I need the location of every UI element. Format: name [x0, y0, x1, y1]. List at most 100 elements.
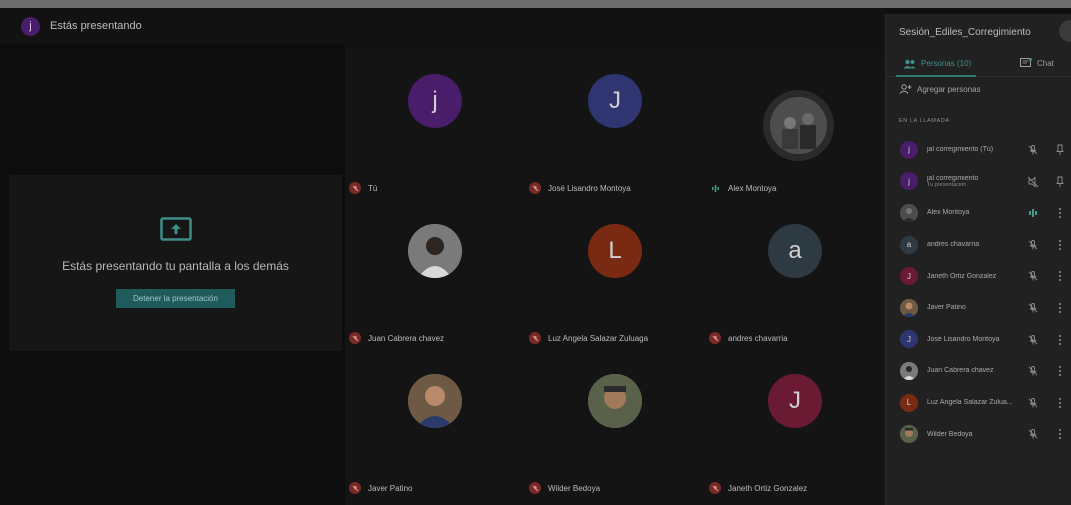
participant-avatar: J: [768, 374, 822, 428]
mic-off-icon: [529, 332, 541, 344]
participant-tile[interactable]: L Luz Angela Salazar Zuluaga: [525, 200, 705, 350]
mic-off-icon: [1028, 334, 1038, 345]
add-person-icon: [899, 84, 912, 94]
presentation-muted-icon: [1027, 176, 1039, 188]
presenting-card: Estás presentando tu pantalla a los demá…: [9, 175, 342, 351]
participant-tile[interactable]: Wilder Bedoya: [525, 350, 705, 500]
list-item[interactable]: j jal corregimiento (Tú): [886, 134, 1071, 166]
present-screen-icon: [159, 217, 192, 241]
list-item[interactable]: J José Lisandro Montoya: [886, 324, 1071, 356]
more-options-icon[interactable]: [1056, 397, 1064, 409]
participant-tile[interactable]: J Janeth Ortiz Gonzalez: [705, 350, 885, 500]
active-tab-indicator: [896, 75, 976, 77]
more-options-icon[interactable]: [1056, 270, 1064, 282]
tab-people-label: Personas (10): [921, 59, 972, 68]
participant-tile[interactable]: Javer Patino: [345, 350, 525, 500]
participant-name: José Lisandro Montoya: [548, 183, 631, 193]
participant-name: Janeth Ortiz Gonzalez: [728, 483, 808, 493]
close-panel-button[interactable]: [1059, 20, 1071, 42]
participant-name: Luz Angela Salazar Zuluaga: [548, 333, 649, 343]
mic-off-icon: [1028, 303, 1038, 313]
mic-off-icon: [709, 332, 721, 344]
tab-chat[interactable]: Chat: [1020, 50, 1054, 77]
list-item[interactable]: j jal corregimiento Tu presentación: [886, 166, 1071, 198]
avatar: L: [900, 393, 918, 412]
list-item[interactable]: a andres chavarria: [886, 229, 1071, 261]
avatar: a: [900, 235, 918, 254]
participant-tile[interactable]: Alex Montoya: [705, 50, 885, 200]
participant-name: Alex Montoya: [728, 183, 777, 193]
mic-off-icon: [709, 482, 721, 494]
mic-off-icon: [1028, 366, 1038, 376]
tab-people[interactable]: Personas (10): [903, 50, 971, 77]
participant-avatar: J: [588, 74, 642, 128]
participant-photo: [408, 224, 462, 278]
presenting-message: Estás presentando tu pantalla a los demá…: [62, 259, 289, 273]
participant-name: Janeth Ortiz Gonzalez: [927, 272, 997, 280]
more-options-icon[interactable]: [1056, 365, 1064, 377]
list-item[interactable]: Wilder Bedoya: [886, 418, 1071, 450]
browser-top-strip: [0, 0, 1071, 8]
list-item[interactable]: Juan Cabrera chavez: [886, 355, 1071, 387]
participant-name: José Lisandro Montoya: [927, 335, 1000, 343]
participant-subtitle: Tu presentación: [927, 181, 967, 188]
mic-off-icon: [1028, 429, 1038, 439]
more-options-icon[interactable]: [1056, 207, 1064, 219]
participant-name: andres chavarria: [927, 241, 980, 249]
mic-off-icon: [349, 332, 361, 344]
chat-icon: [1020, 58, 1032, 67]
add-people-button[interactable]: Agregar personas: [899, 84, 981, 94]
more-options-icon[interactable]: [1056, 302, 1064, 314]
people-icon: [903, 59, 916, 68]
section-label: EN LA LLAMADA: [899, 118, 950, 124]
mic-off-icon: [529, 182, 541, 194]
mic-off-icon: [1028, 239, 1038, 250]
participant-photo: [770, 97, 827, 154]
more-options-icon[interactable]: [1056, 239, 1064, 251]
list-item[interactable]: J Janeth Ortiz Gonzalez: [886, 260, 1071, 292]
avatar-photo: [900, 203, 918, 222]
participant-avatar: j: [408, 74, 462, 128]
participant-name: Wilder Bedoya: [927, 430, 973, 438]
list-item[interactable]: L Luz Angela Salazar Zulua...: [886, 387, 1071, 419]
participant-name: Juan Cabrera chavez: [927, 367, 994, 375]
people-panel: Sesión_Ediles_Corregimiento Personas (10…: [885, 14, 1071, 505]
participant-name: andres chavarria: [728, 333, 788, 343]
participant-name: Luz Angela Salazar Zulua...: [927, 399, 1013, 407]
participant-name: jal corregimiento: [927, 174, 979, 182]
list-item[interactable]: Javer Patino: [886, 292, 1071, 324]
avatar-photo: [900, 298, 918, 317]
add-people-label: Agregar personas: [917, 84, 981, 94]
speaking-icon: [1029, 209, 1037, 218]
meeting-title: Sesión_Ediles_Corregimiento: [899, 27, 1031, 38]
more-options-icon[interactable]: [1056, 428, 1064, 440]
mic-off-icon: [1028, 271, 1038, 281]
avatar-photo: [900, 425, 918, 444]
avatar: J: [900, 267, 918, 286]
participant-avatar: a: [768, 224, 822, 278]
avatar: J: [900, 330, 918, 349]
presenter-avatar: j: [21, 16, 40, 36]
participant-tile[interactable]: J José Lisandro Montoya: [525, 50, 705, 200]
participant-tile[interactable]: a andres chavarria: [705, 200, 885, 350]
more-options-icon[interactable]: [1056, 334, 1064, 346]
mic-off-icon: [529, 482, 541, 494]
speaking-icon: [709, 182, 721, 194]
panel-tabs: Personas (10) Chat: [886, 50, 1071, 77]
tab-chat-label: Chat: [1037, 59, 1054, 68]
participant-tile[interactable]: Juan Cabrera chavez: [345, 200, 525, 350]
pin-icon[interactable]: [1056, 144, 1064, 156]
pin-icon[interactable]: [1056, 176, 1064, 188]
participant-avatar: L: [588, 224, 642, 278]
presenting-status-text: Estás presentando: [50, 20, 142, 32]
participant-name: Wilder Bedoya: [548, 483, 601, 493]
participant-name: jal corregimiento (Tú): [927, 146, 994, 154]
list-item[interactable]: Alex Montoya: [886, 197, 1071, 229]
participant-tile[interactable]: j Tú: [345, 50, 525, 200]
mic-off-icon: [349, 482, 361, 494]
participant-name: Javer Patino: [368, 483, 413, 493]
avatar-photo: [900, 361, 918, 380]
presenting-bar: j Estás presentando: [0, 8, 885, 44]
stop-presenting-button[interactable]: Detener la presentación: [116, 289, 235, 308]
participant-list: j jal corregimiento (Tú) j jal corregimi…: [886, 134, 1071, 450]
